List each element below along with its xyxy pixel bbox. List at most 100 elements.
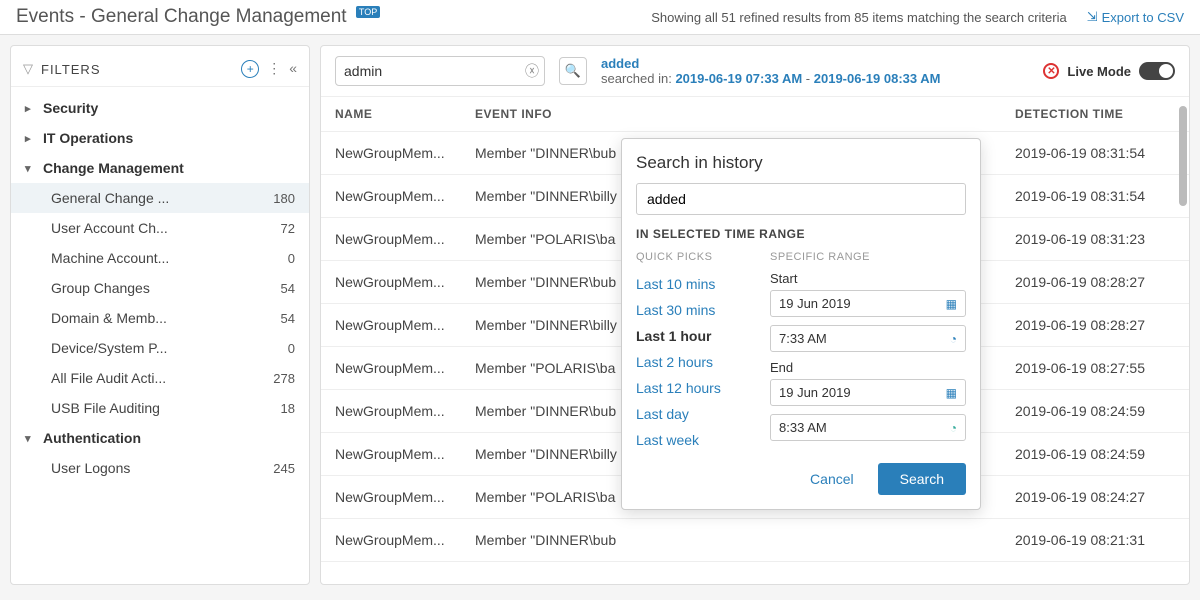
filter-item-general-change[interactable]: General Change ... 180 (11, 183, 309, 213)
filter-item-count: 0 (288, 251, 295, 266)
table-row[interactable]: NewGroupMem...Member "DINNER\bub2019-06-… (321, 519, 1189, 562)
search-meta: added searched in: 2019-06-19 07:33 AM -… (601, 56, 1029, 86)
popover-subheader: IN SELECTED TIME RANGE (636, 227, 966, 241)
search-range-start[interactable]: 2019-06-19 07:33 AM (675, 71, 802, 86)
title-badge: TOP (356, 6, 380, 18)
scrollbar[interactable] (1179, 106, 1187, 206)
end-label: End (770, 360, 966, 375)
filter-item-label: User Logons (51, 460, 130, 476)
cancel-button[interactable]: Cancel (796, 463, 868, 495)
live-mode-toggle[interactable] (1139, 62, 1175, 80)
search-range-end[interactable]: 2019-06-19 08:33 AM (814, 71, 941, 86)
filter-item-user-account[interactable]: User Account Ch... 72 (11, 213, 309, 243)
quick-pick-1hour[interactable]: Last 1 hour (636, 323, 756, 349)
search-box[interactable]: ⓧ (335, 56, 545, 86)
filter-item-user-logons[interactable]: User Logons 245 (11, 453, 309, 483)
popover-actions: Cancel Search (636, 463, 966, 495)
filter-tree: ▸ Security ▸ IT Operations ▾ Change Mana… (11, 87, 309, 489)
filter-item-label: User Account Ch... (51, 220, 168, 236)
search-range-sep: - (806, 71, 810, 86)
cell-time: 2019-06-19 08:31:54 (1015, 145, 1175, 161)
chevron-down-icon: ▾ (25, 162, 37, 175)
end-date-input[interactable]: 19 Jun 2019▦ (770, 379, 966, 406)
add-filter-button[interactable]: + (241, 60, 259, 78)
search-button[interactable]: Search (878, 463, 966, 495)
end-time-input[interactable]: 8:33 AM◔ (770, 414, 966, 441)
filter-item-machine-account[interactable]: Machine Account... 0 (11, 243, 309, 273)
cell-time: 2019-06-19 08:24:59 (1015, 446, 1175, 462)
filter-item-label: Group Changes (51, 280, 150, 296)
search-history-popover: Search in history IN SELECTED TIME RANGE… (621, 138, 981, 510)
search-bar-row: ⓧ 🔍 added searched in: 2019-06-19 07:33 … (321, 46, 1189, 97)
filter-item-label: Machine Account... (51, 250, 169, 266)
toggle-knob (1159, 64, 1173, 78)
end-date-value: 19 Jun 2019 (779, 385, 946, 400)
clear-search-icon[interactable]: ⓧ (525, 61, 539, 81)
export-csv-button[interactable]: ⇲ Export to CSV (1087, 9, 1184, 25)
quick-pick-30min[interactable]: Last 30 mins (636, 297, 756, 323)
live-mode-label: Live Mode (1067, 64, 1131, 79)
cell-name: NewGroupMem... (335, 360, 475, 376)
start-date-value: 19 Jun 2019 (779, 296, 946, 311)
filter-icon: ▽ (23, 61, 33, 77)
cell-name: NewGroupMem... (335, 317, 475, 333)
start-date-input[interactable]: 19 Jun 2019▦ (770, 290, 966, 317)
filter-item-count: 54 (281, 311, 295, 326)
page-title-text: Events - General Change Management (16, 6, 347, 27)
search-button[interactable]: 🔍 (559, 57, 587, 85)
quick-pick-2hours[interactable]: Last 2 hours (636, 349, 756, 375)
cell-name: NewGroupMem... (335, 274, 475, 290)
filters-sidebar: ▽ FILTERS + ⋮ « ▸ Security ▸ IT Operatio… (10, 45, 310, 585)
quick-pick-lastweek[interactable]: Last week (636, 427, 756, 453)
filter-item-device-system[interactable]: Device/System P... 0 (11, 333, 309, 363)
filter-item-count: 54 (281, 281, 295, 296)
filter-item-usb-auditing[interactable]: USB File Auditing 18 (11, 393, 309, 423)
filter-group-security[interactable]: ▸ Security (11, 93, 309, 123)
calendar-icon: ▦ (946, 297, 957, 311)
history-search-input[interactable] (636, 183, 966, 215)
specific-range-column: SPECIFIC RANGE Start 19 Jun 2019▦ 7:33 A… (770, 251, 966, 453)
collapse-sidebar-button[interactable]: « (289, 60, 297, 78)
filter-item-count: 245 (273, 461, 295, 476)
page-title: Events - General Change Management TOP (16, 6, 380, 28)
cell-name: NewGroupMem... (335, 145, 475, 161)
col-header-name[interactable]: NAME (335, 107, 475, 121)
col-header-info[interactable]: EVENT INFO (475, 107, 1015, 121)
filter-item-label: Domain & Memb... (51, 310, 167, 326)
clock-icon: ◔ (950, 332, 957, 346)
specific-range-label: SPECIFIC RANGE (770, 251, 966, 263)
filter-group-change-management[interactable]: ▾ Change Management (11, 153, 309, 183)
filter-group-it-operations[interactable]: ▸ IT Operations (11, 123, 309, 153)
search-input[interactable] (344, 63, 525, 79)
popover-title: Search in history (636, 153, 966, 173)
results-summary: Showing all 51 refined results from 85 i… (651, 10, 1066, 25)
filter-group-authentication[interactable]: ▾ Authentication (11, 423, 309, 453)
start-label: Start (770, 271, 966, 286)
filter-item-label: General Change ... (51, 190, 169, 206)
search-icon: 🔍 (565, 63, 581, 79)
filter-item-domain-memb[interactable]: Domain & Memb... 54 (11, 303, 309, 333)
cell-time: 2019-06-19 08:28:27 (1015, 317, 1175, 333)
filters-title: FILTERS (41, 62, 101, 77)
close-icon[interactable]: ✕ (1043, 63, 1059, 79)
filter-item-count: 0 (288, 341, 295, 356)
main-layout: ▽ FILTERS + ⋮ « ▸ Security ▸ IT Operatio… (0, 35, 1200, 595)
chevron-right-icon: ▸ (25, 102, 37, 115)
filter-item-file-audit[interactable]: All File Audit Acti... 278 (11, 363, 309, 393)
top-bar: Events - General Change Management TOP S… (0, 0, 1200, 35)
quick-pick-lastday[interactable]: Last day (636, 401, 756, 427)
quick-pick-12hours[interactable]: Last 12 hours (636, 375, 756, 401)
filter-menu-button[interactable]: ⋮ (267, 60, 281, 78)
filter-item-group-changes[interactable]: Group Changes 54 (11, 273, 309, 303)
clock-icon: ◔ (950, 421, 957, 435)
cell-name: NewGroupMem... (335, 403, 475, 419)
cell-name: NewGroupMem... (335, 188, 475, 204)
cell-time: 2019-06-19 08:31:54 (1015, 188, 1175, 204)
quick-pick-10min[interactable]: Last 10 mins (636, 271, 756, 297)
export-icon: ⇲ (1087, 9, 1098, 25)
col-header-time[interactable]: DETECTION TIME (1015, 107, 1175, 121)
table-header: NAME EVENT INFO DETECTION TIME (321, 97, 1189, 132)
start-time-input[interactable]: 7:33 AM◔ (770, 325, 966, 352)
cell-name: NewGroupMem... (335, 532, 475, 548)
calendar-icon: ▦ (946, 386, 957, 400)
